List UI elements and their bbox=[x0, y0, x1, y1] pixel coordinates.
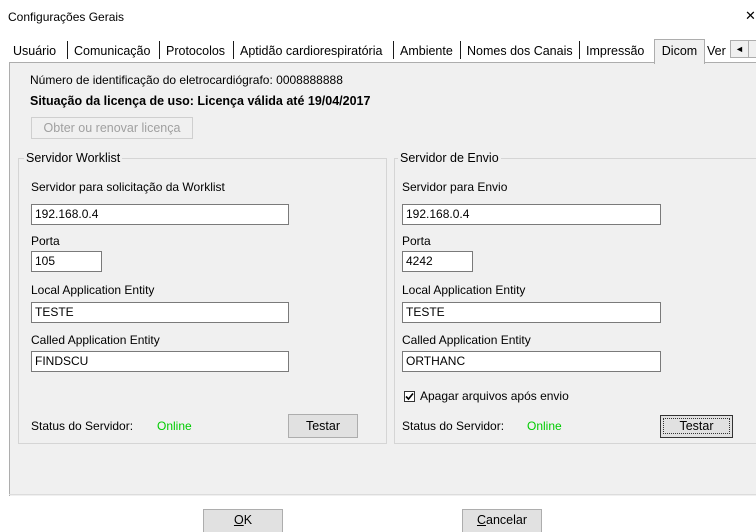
worklist-local-ae-label: Local Application Entity bbox=[31, 283, 155, 297]
license-status-text: Situação da licença de uso: Licença váli… bbox=[30, 94, 371, 108]
tab-separator bbox=[393, 41, 394, 59]
worklist-status-value: Online bbox=[157, 419, 192, 433]
delete-after-send-checkbox[interactable] bbox=[404, 391, 415, 402]
cancel-mnemonic: C bbox=[476, 513, 487, 527]
worklist-status-label: Status do Servidor: bbox=[31, 419, 134, 433]
tab-versao[interactable]: Ver bbox=[707, 42, 731, 62]
ok-button[interactable]: OK bbox=[203, 509, 283, 532]
window-title: Configurações Gerais bbox=[8, 10, 125, 24]
device-id-text: Número de identificação do eletrocardióg… bbox=[30, 73, 343, 87]
tab-dicom[interactable]: Dicom bbox=[654, 39, 705, 64]
cancel-button[interactable]: Cancelar bbox=[462, 509, 542, 532]
worklist-legend: Servidor Worklist bbox=[24, 151, 123, 165]
tab-nomes-canais[interactable]: Nomes dos Canais bbox=[467, 42, 573, 62]
ok-mnemonic: O bbox=[233, 513, 244, 527]
envio-called-ae-label: Called Application Entity bbox=[402, 333, 531, 347]
envio-test-button-label: Testar bbox=[663, 418, 730, 434]
tab-ambiente[interactable]: Ambiente bbox=[400, 42, 453, 62]
tab-aptidao[interactable]: Aptidão cardiorespiratória bbox=[240, 42, 382, 62]
tab-separator bbox=[460, 41, 461, 59]
worklist-port-label: Porta bbox=[31, 234, 60, 248]
envio-status-value: Online bbox=[527, 419, 562, 433]
tab-comunicacao[interactable]: Comunicação bbox=[74, 42, 150, 62]
footer-divider bbox=[9, 494, 756, 495]
worklist-port-input[interactable]: 105 bbox=[31, 251, 102, 272]
envio-test-button[interactable]: Testar bbox=[660, 415, 733, 438]
envio-port-label: Porta bbox=[402, 234, 431, 248]
envio-called-ae-input[interactable]: ORTHANC bbox=[402, 351, 661, 372]
envio-local-ae-input[interactable]: TESTE bbox=[402, 302, 661, 323]
worklist-called-ae-label: Called Application Entity bbox=[31, 333, 160, 347]
tab-scroll-left-icon[interactable]: ◄ bbox=[730, 40, 749, 58]
tab-separator bbox=[579, 41, 580, 59]
worklist-test-button[interactable]: Testar bbox=[288, 414, 358, 438]
worklist-server-label: Servidor para solicitação da Worklist bbox=[31, 180, 225, 194]
tab-scroll-right-icon[interactable] bbox=[748, 40, 756, 58]
delete-after-send-label[interactable]: Apagar arquivos após envio bbox=[420, 389, 569, 403]
tab-separator bbox=[233, 41, 234, 59]
worklist-called-ae-input[interactable]: FINDSCU bbox=[31, 351, 289, 372]
tab-impressao[interactable]: Impressão bbox=[586, 42, 644, 62]
checkmark-icon bbox=[405, 392, 414, 401]
worklist-group bbox=[18, 158, 387, 444]
tab-separator bbox=[159, 41, 160, 59]
envio-local-ae-label: Local Application Entity bbox=[402, 283, 526, 297]
close-icon[interactable]: ✕ bbox=[745, 8, 756, 24]
cancel-label-rest: ancelar bbox=[486, 513, 528, 527]
envio-server-label: Servidor para Envio bbox=[402, 180, 508, 194]
envio-server-input[interactable]: 192.168.0.4 bbox=[402, 204, 661, 225]
tab-separator bbox=[67, 41, 68, 59]
envio-status-label: Status do Servidor: bbox=[402, 419, 505, 433]
tab-protocolos[interactable]: Protocolos bbox=[166, 42, 225, 62]
worklist-server-input[interactable]: 192.168.0.4 bbox=[31, 204, 289, 225]
tab-usuario[interactable]: Usuário bbox=[13, 42, 56, 62]
envio-legend: Servidor de Envio bbox=[398, 151, 501, 165]
ok-label-rest: K bbox=[243, 513, 253, 527]
renew-license-button[interactable]: Obter ou renovar licença bbox=[31, 117, 193, 139]
envio-port-input[interactable]: 4242 bbox=[402, 251, 473, 272]
worklist-local-ae-input[interactable]: TESTE bbox=[31, 302, 289, 323]
